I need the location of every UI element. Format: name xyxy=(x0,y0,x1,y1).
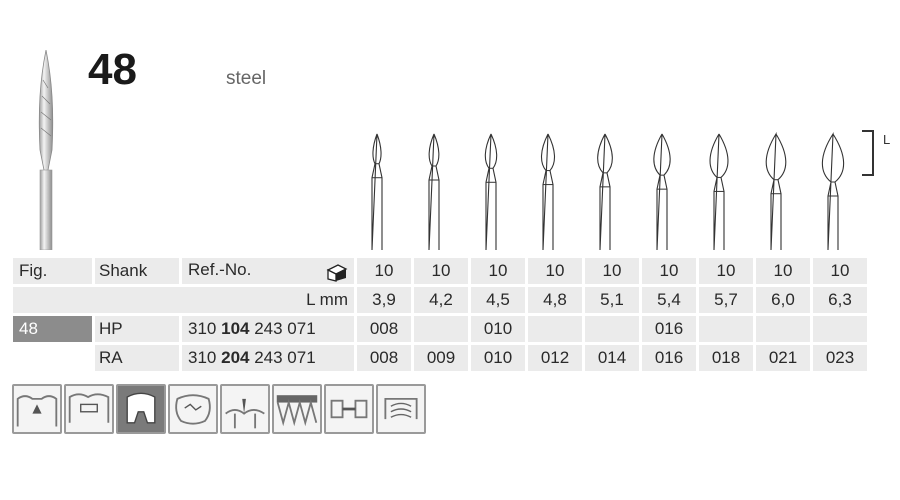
size-cell: 008 xyxy=(357,345,411,371)
ref-prefix: 310 xyxy=(188,348,217,367)
size-cell xyxy=(414,316,468,342)
fig-cell: 48 xyxy=(13,316,92,342)
bur-drawing xyxy=(540,133,556,250)
bur-photo-icon xyxy=(38,50,54,250)
bur-drawing xyxy=(653,133,671,250)
bur-drawing xyxy=(428,133,440,250)
table-header-row: Fig. Shank Ref.-No. 10 10 10 10 10 10 10… xyxy=(13,258,867,284)
pack-qty-cell: 10 xyxy=(699,258,753,284)
length-cell: 4,2 xyxy=(414,287,468,313)
size-cell xyxy=(528,316,582,342)
length-cell: 5,4 xyxy=(642,287,696,313)
teeth-row-icon xyxy=(272,384,322,434)
header-ref-label: Ref.-No. xyxy=(188,260,252,279)
ref-cell: 310 104 243 071 xyxy=(182,316,354,342)
length-row-label: L mm xyxy=(13,287,354,313)
ref-prefix: 310 xyxy=(188,319,217,338)
pack-qty-cell: 10 xyxy=(471,258,525,284)
bur-drawing xyxy=(709,133,729,250)
bur-drawing xyxy=(821,131,845,250)
length-cell: 6,0 xyxy=(756,287,810,313)
size-cell xyxy=(585,316,639,342)
size-cell: 021 xyxy=(756,345,810,371)
pack-qty-cell: 10 xyxy=(585,258,639,284)
header-ref: Ref.-No. xyxy=(182,258,354,284)
bone-surgery-icon xyxy=(116,384,166,434)
pack-box-icon xyxy=(326,264,348,282)
pack-qty-cell: 10 xyxy=(813,258,867,284)
ref-suffix: 243 071 xyxy=(254,348,316,367)
bur-drawing xyxy=(765,131,787,250)
filling-finish-icon xyxy=(168,384,218,434)
length-cell: 5,7 xyxy=(699,287,753,313)
spec-table: Fig. Shank Ref.-No. 10 10 10 10 10 10 10… xyxy=(10,255,870,374)
size-cell: 012 xyxy=(528,345,582,371)
cavity-prep-icon xyxy=(12,384,62,434)
bridge-icon xyxy=(324,384,374,434)
bur-drawing xyxy=(484,133,498,250)
header-fig: Fig. xyxy=(13,258,92,284)
size-cell: 008 xyxy=(357,316,411,342)
table-row-hp: 48 HP 310 104 243 071 008 010 016 xyxy=(13,316,867,342)
bur-drawing xyxy=(597,133,613,250)
shank-cell: RA xyxy=(95,345,179,371)
length-cell: 6,3 xyxy=(813,287,867,313)
size-cell: 009 xyxy=(414,345,468,371)
ref-suffix: 243 071 xyxy=(254,319,316,338)
length-cell: 5,1 xyxy=(585,287,639,313)
size-cell: 010 xyxy=(471,316,525,342)
length-label: L xyxy=(883,132,891,147)
pack-qty-cell: 10 xyxy=(414,258,468,284)
crown-prep-icon xyxy=(64,384,114,434)
length-cell: 4,8 xyxy=(528,287,582,313)
size-cell: 010 xyxy=(471,345,525,371)
size-cell: 023 xyxy=(813,345,867,371)
indication-pictograms xyxy=(12,384,426,434)
size-cell xyxy=(813,316,867,342)
ref-shank-code: 104 xyxy=(221,319,250,338)
size-cell xyxy=(699,316,753,342)
material-label: steel xyxy=(226,68,267,89)
pack-qty-cell: 10 xyxy=(357,258,411,284)
length-row: L mm 3,9 4,2 4,5 4,8 5,1 5,4 5,7 6,0 6,3 xyxy=(13,287,867,313)
size-cell: 016 xyxy=(642,345,696,371)
fissure-icon xyxy=(376,384,426,434)
table-row-ra: RA 310 204 243 071 008 009 010 012 014 0… xyxy=(13,345,867,371)
pack-qty-cell: 10 xyxy=(642,258,696,284)
fig-cell xyxy=(13,345,92,371)
size-cell: 014 xyxy=(585,345,639,371)
shank-cell: HP xyxy=(95,316,179,342)
length-cell: 3,9 xyxy=(357,287,411,313)
size-cell xyxy=(756,316,810,342)
size-cell: 018 xyxy=(699,345,753,371)
ref-cell: 310 204 243 071 xyxy=(182,345,354,371)
ref-shank-code: 204 xyxy=(221,348,250,367)
pack-qty-cell: 10 xyxy=(756,258,810,284)
gingiva-icon xyxy=(220,384,270,434)
length-cell: 4,5 xyxy=(471,287,525,313)
bur-drawing xyxy=(371,133,383,250)
length-bracket-icon xyxy=(862,130,874,176)
figure-number: 48 xyxy=(88,45,137,94)
size-cell: 016 xyxy=(642,316,696,342)
bur-size-drawings xyxy=(371,131,845,250)
pack-qty-cell: 10 xyxy=(528,258,582,284)
header-shank: Shank xyxy=(95,258,179,284)
